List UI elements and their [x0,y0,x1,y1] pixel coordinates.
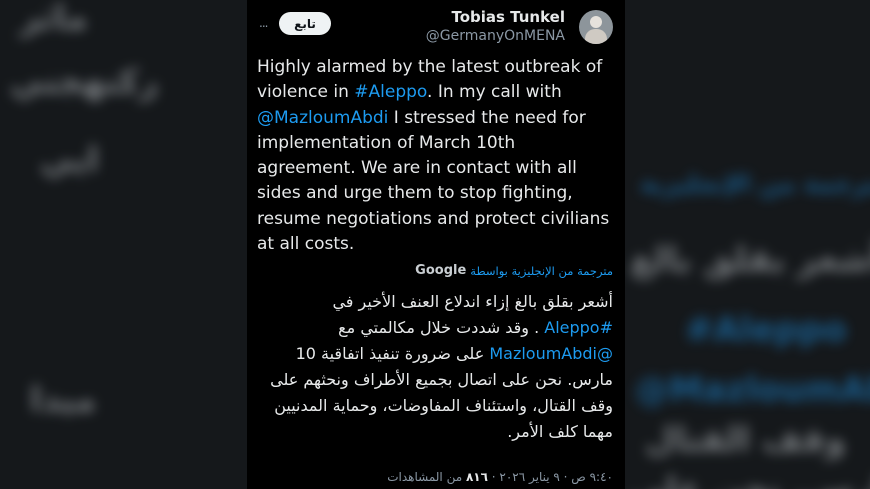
background-text: مترجمة من الإنجليزية [640,170,870,198]
arabic-line: @MazloumAbdi على ضرورة تنفيذ اتفاقية 10 [255,341,613,367]
tweet-meta: ٩:٤٠ ص · ٩ يناير ٢٠٢٦ · ٨١٦ من المشاهدات [247,470,613,484]
tweet-header: ... تابع Tobias Tunkel @GermanyOnMENA [247,0,625,56]
author-name[interactable]: Tobias Tunkel [451,8,565,26]
author-handle[interactable]: @GermanyOnMENA [426,28,565,44]
arabic-line: وقف القتال، واستئناف المفاوضات، وحماية ا… [274,396,613,415]
follow-button[interactable]: تابع [279,12,331,35]
background-text: ميدا [30,380,97,420]
tweet-text-arabic: أشعر بقلق بالغ إزاء اندلاع العنف الأخير … [255,289,613,445]
background-text: وقف القتال [645,420,846,460]
tweet-card: ... تابع Tobias Tunkel @GermanyOnMENA Hi… [247,0,625,489]
views-count: ٨١٦ [465,470,488,484]
blurred-background-left: ماثر ركنهجني ايي ميدا [0,0,247,489]
avatar[interactable] [579,10,613,44]
background-text: أشعر بقلق بالغ [630,240,870,280]
arabic-line: #Aleppo . وقد شددت خلال مكالمتي مع [255,315,613,341]
arabic-line: مارس. نحن على اتصال بجميع الأطراف ونحثهم… [270,370,613,389]
background-text: مارس. نحن على [630,470,870,489]
tweet-text-english: Highly alarmed by the latest outbreak of… [257,55,619,257]
translation-label[interactable]: مترجمة من الإنجليزية بواسطة [470,264,613,278]
tweet-timestamp[interactable]: ٩:٤٠ ص · ٩ يناير ٢٠٢٦ · [488,470,613,484]
arabic-line: أشعر بقلق بالغ إزاء اندلاع العنف الأخير … [332,292,613,311]
hashtag-link[interactable]: #Aleppo [544,318,613,337]
arabic-line-text: على ضرورة تنفيذ اتفاقية 10 [295,344,490,363]
background-text: #Aleppo [685,310,847,350]
translation-attribution: Google مترجمة من الإنجليزية بواسطة [415,263,613,278]
arabic-line: مهما كلف الأمر. [507,422,613,441]
mention-link[interactable]: @MazloumAbdi [489,344,613,363]
tweet-text-part: I stressed the need for implementation o… [257,107,610,255]
background-text: ركنهجني [10,62,159,102]
avatar-head-shape [590,16,602,28]
arabic-line-text: . وقد شددت خلال مكالمتي مع [338,318,545,337]
mention-link[interactable]: @MazloumAbdi [257,108,388,128]
background-text: ايي [40,140,99,180]
hashtag-link[interactable]: #Aleppo [354,82,427,102]
background-text: @MazloumAbdi [635,370,870,410]
blurred-background-right: مترجمة من الإنجليزية أشعر بقلق بالغ #Ale… [625,0,870,489]
views-label: من المشاهدات [387,470,466,484]
avatar-body-shape [585,29,607,44]
more-options-icon[interactable]: ... [259,16,269,30]
background-text: ماثر [20,0,88,38]
google-logo: Google [415,263,467,278]
tweet-text-part: . In my call with [427,82,562,103]
